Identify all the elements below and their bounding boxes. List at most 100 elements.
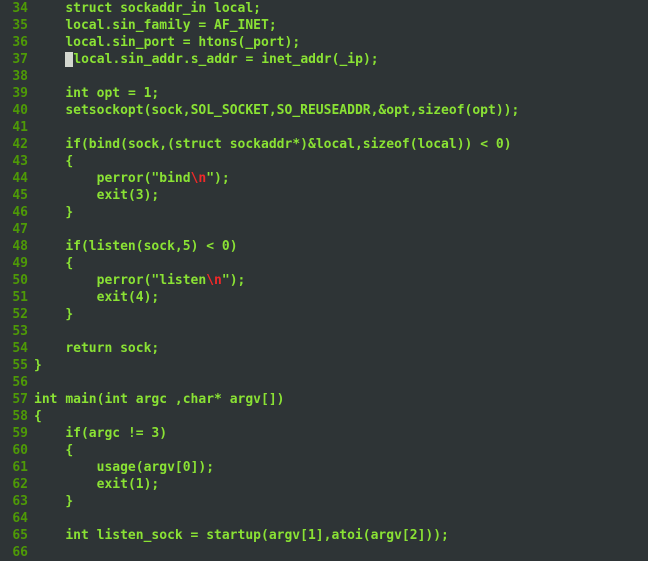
code-line[interactable]: 35 local.sin_family = AF_INET; [0, 17, 648, 34]
token-punc: = [128, 86, 136, 101]
token-id: argv [269, 528, 300, 543]
token-id: exit [97, 290, 128, 305]
code-content[interactable]: setsockopt(sock,SOL_SOCKET,SO_REUSEADDR,… [30, 102, 519, 119]
code-content[interactable]: { [30, 442, 73, 459]
code-line[interactable]: 58{ [0, 408, 648, 425]
code-content[interactable]: exit(3); [30, 187, 159, 204]
token-punc: ( [120, 137, 128, 152]
code-line[interactable]: 36 local.sin_port = htons(_port); [0, 34, 648, 51]
code-content[interactable]: int listen_sock = startup(argv[1],atoi(a… [30, 527, 449, 544]
code-line[interactable]: 55} [0, 357, 648, 374]
code-content[interactable]: int opt = 1; [30, 85, 159, 102]
code-line[interactable]: 48 if(listen(sock,5) < 0) [0, 238, 648, 255]
code-line[interactable]: 42 if(bind(sock,(struct sockaddr*)&local… [0, 136, 648, 153]
token-punc: , [159, 137, 167, 152]
code-line[interactable]: 37 local.sin_addr.s_addr = inet_addr(_ip… [0, 51, 648, 68]
code-line[interactable]: 56 [0, 374, 648, 391]
code-line[interactable]: 34 struct sockaddr_in local; [0, 0, 648, 17]
code-content[interactable] [30, 510, 34, 527]
code-line[interactable]: 61 usage(argv[0]); [0, 459, 648, 476]
code-line[interactable]: 44 perror("bind\n"); [0, 170, 648, 187]
code-content[interactable] [30, 323, 34, 340]
code-content[interactable]: } [30, 493, 73, 510]
code-line[interactable]: 65 int listen_sock = startup(argv[1],ato… [0, 527, 648, 544]
code-line[interactable]: 51 exit(4); [0, 289, 648, 306]
token-punc: ) [504, 137, 512, 152]
token-kw: int [104, 392, 127, 407]
code-content[interactable]: perror("listen\n"); [30, 272, 245, 289]
token-punc: ( [363, 528, 371, 543]
token-id: local [65, 18, 104, 33]
code-line[interactable]: 59 if(argc != 3) [0, 425, 648, 442]
code-content[interactable]: usage(argv[0]); [30, 459, 214, 476]
code-line[interactable]: 60 { [0, 442, 648, 459]
code-line[interactable]: 66 [0, 544, 648, 561]
code-line[interactable]: 53 [0, 323, 648, 340]
token-id: s_addr [191, 52, 238, 67]
code-line[interactable]: 49 { [0, 255, 648, 272]
token-punc: ( [128, 290, 136, 305]
code-line[interactable]: 64 [0, 510, 648, 527]
code-content[interactable]: exit(4); [30, 289, 159, 306]
token-plain [112, 341, 120, 356]
code-content[interactable]: } [30, 357, 42, 374]
token-punc: ; [292, 35, 300, 50]
code-line[interactable]: 57int main(int argc ,char* argv[]) [0, 391, 648, 408]
code-content[interactable]: if(bind(sock,(struct sockaddr*)&local,si… [30, 136, 512, 153]
code-content[interactable]: } [30, 306, 73, 323]
token-punc: ( [128, 188, 136, 203]
token-num: 3 [136, 188, 144, 203]
code-content[interactable]: local.sin_addr.s_addr = inet_addr(_ip); [30, 51, 379, 68]
token-num: 0 [496, 137, 504, 152]
token-plain [175, 35, 183, 50]
token-punc: < [480, 137, 488, 152]
line-number: 44 [0, 170, 30, 187]
code-line[interactable]: 63 } [0, 493, 648, 510]
line-number: 41 [0, 119, 30, 136]
line-number: 54 [0, 340, 30, 357]
token-punc: } [65, 205, 73, 220]
code-content[interactable]: int main(int argc ,char* argv[]) [30, 391, 285, 408]
code-content[interactable] [30, 374, 34, 391]
code-content[interactable] [30, 221, 34, 238]
code-editor[interactable]: 34 struct sockaddr_in local;35 local.sin… [0, 0, 648, 561]
code-content[interactable]: { [30, 153, 73, 170]
token-id: exit [97, 188, 128, 203]
code-content[interactable]: return sock; [30, 340, 159, 357]
token-punc: , [175, 392, 183, 407]
code-content[interactable]: struct sockaddr_in local; [30, 0, 261, 17]
token-id: inet_addr [261, 52, 331, 67]
code-line[interactable]: 38 [0, 68, 648, 85]
token-id: perror [97, 171, 144, 186]
code-line[interactable]: 39 int opt = 1; [0, 85, 648, 102]
line-number: 57 [0, 391, 30, 408]
code-content[interactable]: } [30, 204, 73, 221]
code-line[interactable]: 52 } [0, 306, 648, 323]
token-punc: ; [238, 273, 246, 288]
code-content[interactable] [30, 119, 34, 136]
code-line[interactable]: 40 setsockopt(sock,SOL_SOCKET,SO_REUSEAD… [0, 102, 648, 119]
code-line[interactable]: 47 [0, 221, 648, 238]
token-punc: . [183, 52, 191, 67]
code-line[interactable]: 43 { [0, 153, 648, 170]
code-content[interactable]: exit(1); [30, 476, 159, 493]
code-line[interactable]: 46 } [0, 204, 648, 221]
code-content[interactable]: { [30, 408, 42, 425]
token-kw: struct [65, 1, 112, 16]
code-line[interactable]: 50 perror("listen\n"); [0, 272, 648, 289]
token-plain [120, 86, 128, 101]
code-content[interactable]: if(argc != 3) [30, 425, 167, 442]
code-content[interactable]: local.sin_family = AF_INET; [30, 17, 277, 34]
code-content[interactable]: local.sin_port = htons(_port); [30, 34, 300, 51]
code-content[interactable]: { [30, 255, 73, 272]
code-line[interactable]: 41 [0, 119, 648, 136]
code-line[interactable]: 54 return sock; [0, 340, 648, 357]
token-id: perror [97, 273, 144, 288]
code-line[interactable]: 62 exit(1); [0, 476, 648, 493]
code-content[interactable]: if(listen(sock,5) < 0) [30, 238, 238, 255]
code-content[interactable] [30, 68, 34, 85]
code-line[interactable]: 45 exit(3); [0, 187, 648, 204]
code-content[interactable] [30, 544, 34, 561]
code-content[interactable]: perror("bind\n"); [30, 170, 230, 187]
line-number: 66 [0, 544, 30, 561]
